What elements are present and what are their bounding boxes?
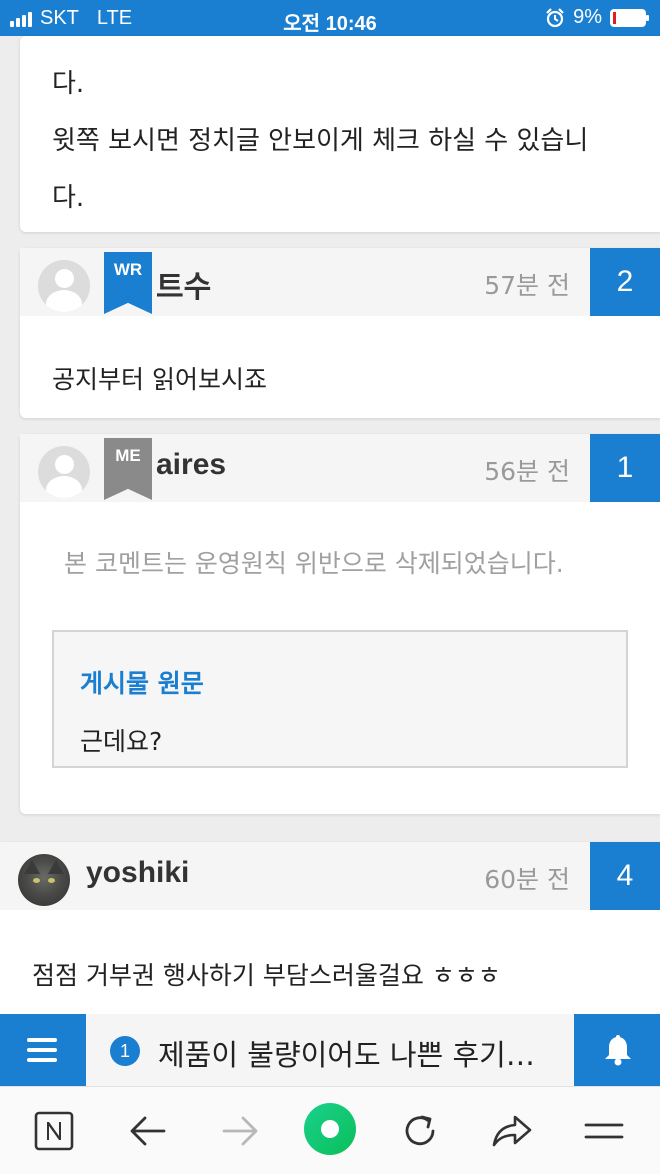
me-badge: ME: [104, 438, 152, 500]
back-button[interactable]: [126, 1109, 170, 1153]
green-dot-button[interactable]: [302, 1101, 358, 1157]
comment-number[interactable]: 2: [590, 248, 660, 316]
comment-text-line: 다.: [52, 69, 85, 99]
avatar[interactable]: [38, 260, 90, 312]
original-post-label: 게시물 원문: [80, 669, 204, 698]
status-bar: SKT LTE 오전 10:46 9%: [0, 0, 660, 36]
comment-time: 56분 전: [484, 457, 570, 486]
comment-card: WR 트수 57분 전 2 공지부터 읽어보시죠: [20, 248, 660, 418]
comment-card-partial: 다. 윗쪽 보시면 정치글 안보이게 체크 하실 수 있습니 다.: [20, 36, 660, 232]
alarm-icon: [546, 7, 564, 27]
menu-icon: [27, 1038, 57, 1042]
writer-badge: WR: [104, 252, 152, 314]
share-arrow-icon: [492, 1115, 532, 1147]
battery-icon: [610, 8, 649, 27]
notice-count-badge: 1: [110, 1036, 140, 1066]
comment-text: 점점 거부권 행사하기 부담스러울걸요 ㅎㅎㅎ: [32, 961, 501, 990]
menu-button[interactable]: [0, 1014, 84, 1086]
comment-header: WR 트수 57분 전 2: [20, 248, 660, 316]
comment-number[interactable]: 4: [590, 842, 660, 910]
share-button[interactable]: [490, 1109, 534, 1153]
naver-home-button[interactable]: [32, 1109, 76, 1153]
original-post-box: 게시물 원문 근데요?: [52, 630, 628, 768]
comment-card: yoshiki 60분 전 4 점점 거부권 행사하기 부담스러울걸요 ㅎㅎㅎ: [0, 842, 660, 1022]
hamburger-icon: [584, 1123, 624, 1139]
browser-menu-button[interactable]: [582, 1109, 626, 1153]
bottom-bar: 1 제품이 불량이어도 나쁜 후기…: [0, 1014, 660, 1086]
comment-header: yoshiki 60분 전 4: [0, 842, 660, 910]
comment-time: 60분 전: [484, 865, 570, 894]
forward-button[interactable]: [218, 1109, 262, 1153]
browser-toolbar: [0, 1086, 660, 1174]
comment-number[interactable]: 1: [590, 434, 660, 502]
comment-text: 공지부터 읽어보시죠: [52, 365, 267, 394]
comment-text-line: 윗쪽 보시면 정치글 안보이게 체크 하실 수 있습니: [52, 126, 589, 156]
username[interactable]: yoshiki: [86, 856, 189, 890]
refresh-button[interactable]: [398, 1109, 442, 1153]
bell-icon: [605, 1035, 631, 1066]
notification-button[interactable]: [576, 1014, 660, 1086]
comment-header: ME aires 56분 전 1: [20, 434, 660, 502]
comment-time: 57분 전: [484, 271, 570, 300]
naver-n-icon: [34, 1111, 74, 1151]
notice-banner[interactable]: 1 제품이 불량이어도 나쁜 후기…: [86, 1014, 574, 1086]
arrow-left-icon: [130, 1116, 166, 1146]
battery-level: [613, 11, 616, 24]
avatar[interactable]: [18, 854, 70, 906]
battery-percent: 9%: [573, 6, 602, 28]
arrow-right-icon: [222, 1116, 258, 1146]
green-dot-icon: [304, 1103, 356, 1155]
notice-text: 제품이 불량이어도 나쁜 후기…: [158, 1038, 535, 1072]
username[interactable]: aires: [156, 448, 226, 482]
username[interactable]: 트수: [156, 262, 211, 306]
comment-text-line: 다.: [52, 183, 85, 213]
avatar[interactable]: [38, 446, 90, 498]
original-post-text: 근데요?: [80, 727, 163, 756]
deleted-notice: 본 코멘트는 운영원칙 위반으로 삭제되었습니다.: [64, 549, 564, 578]
comment-card: ME aires 56분 전 1 본 코멘트는 운영원칙 위반으로 삭제되었습니…: [20, 434, 660, 814]
refresh-icon: [405, 1115, 435, 1146]
